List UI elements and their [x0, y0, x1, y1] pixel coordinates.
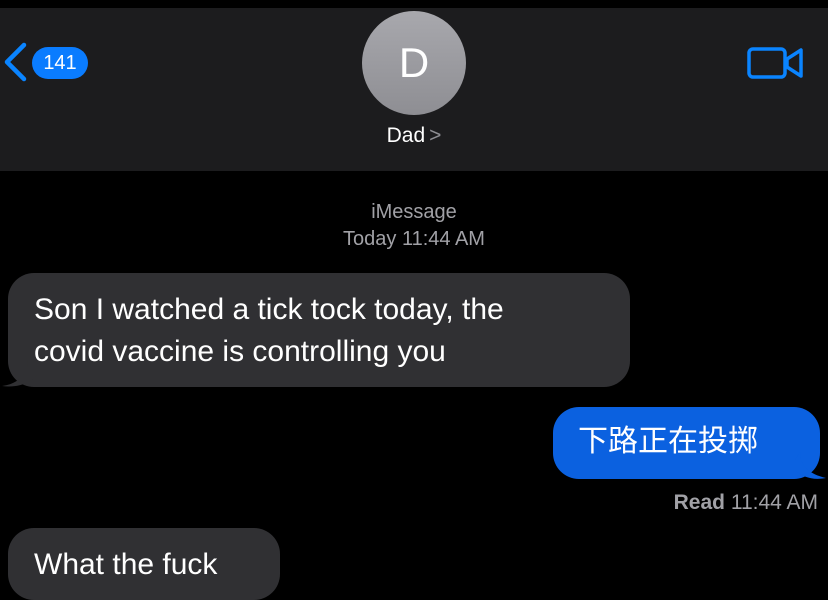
bubble-tail: [795, 452, 826, 479]
unread-count-badge: 141: [32, 47, 88, 79]
read-time: 11:44 AM: [730, 491, 818, 514]
message-text-line: covid vaccine is controlling you: [34, 335, 446, 368]
chevron-right-icon: >: [429, 124, 442, 147]
back-button[interactable]: 141: [0, 38, 100, 86]
read-label: Read: [673, 491, 725, 514]
outgoing-message-bubble[interactable]: 下路正在投掷: [553, 407, 820, 479]
contact-avatar[interactable]: D: [362, 11, 466, 115]
message-text: 下路正在投掷: [578, 425, 758, 458]
service-label: iMessage: [371, 201, 457, 223]
read-receipt: Read 11:44 AM: [674, 491, 818, 515]
incoming-message-bubble[interactable]: Son I watched a tick tock today, the cov…: [8, 273, 630, 387]
incoming-message-bubble[interactable]: What the fuck: [8, 528, 280, 600]
chevron-left-icon: [4, 42, 27, 82]
status-bar: [0, 0, 828, 8]
message-text: What the fuck: [34, 548, 218, 581]
avatar-initial: D: [398, 39, 430, 86]
video-camera-icon[interactable]: [745, 43, 805, 83]
contact-name: Dad: [386, 124, 426, 147]
message-text-line: Son I watched a tick tock today, the: [34, 293, 504, 326]
bubble-tail: [2, 360, 38, 387]
thread-timestamp: Today 11:44 AM: [343, 228, 485, 250]
contact-name-button[interactable]: Dad >: [0, 124, 828, 148]
conversation-header: 141 D Dad >: [0, 0, 828, 171]
